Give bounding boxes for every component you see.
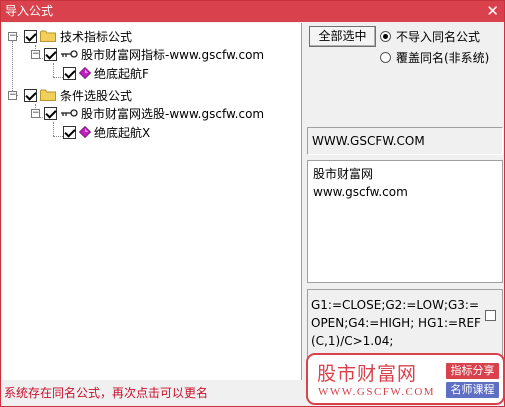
import-formula-dialog: 导入公式 ✕ − 技术指标公式 − 股市财富网指标-www.gscfw.com …	[0, 0, 505, 407]
tree-node-label: 绝底起航X	[94, 125, 151, 140]
radio-overwrite-label: 覆盖同名(非系统)	[396, 50, 490, 65]
tree-node-label: 条件选股公式	[60, 88, 133, 103]
code-checkbox[interactable]	[485, 310, 496, 321]
formula-tree[interactable]: − 技术指标公式 − 股市财富网指标-www.gscfw.com 绝底起航F −…	[2, 23, 302, 380]
window-title: 导入公式	[5, 4, 54, 18]
options-panel: 全部选中 不导入同名公式 覆盖同名(非系统) WWW.GSCFW.COM 股市财…	[304, 23, 504, 380]
radio-selected-icon[interactable]	[380, 30, 391, 42]
tree-node-formula-x[interactable]: 绝底起航X	[63, 123, 150, 141]
tree-node-tech-indicators[interactable]: 技术指标公式	[24, 27, 132, 45]
folder-icon	[40, 30, 56, 42]
tree-node-label: 股市财富网指标-www.gscfw.com	[81, 47, 265, 62]
formula-gem-icon	[79, 67, 91, 79]
formula-url-field: WWW.GSCFW.COM	[307, 127, 503, 155]
description-line: www.gscfw.com	[313, 185, 408, 199]
tree-node-indicator-group[interactable]: 股市财富网指标-www.gscfw.com	[44, 45, 264, 63]
tree-node-label: 技术指标公式	[60, 29, 133, 44]
node-checkbox[interactable]	[44, 106, 57, 120]
brand-domain: WWW.GSCFW.COM	[318, 386, 436, 398]
key-icon	[61, 109, 78, 117]
radio-skip-duplicates[interactable]: 不导入同名公式	[380, 28, 480, 44]
select-all-button[interactable]: 全部选中	[309, 26, 376, 47]
status-message: 系统存在同名公式，再次点击可以更名	[4, 386, 209, 400]
node-checkbox[interactable]	[24, 88, 37, 102]
expand-toggle-icon[interactable]: −	[31, 50, 40, 59]
radio-skip-label: 不导入同名公式	[396, 29, 481, 44]
tree-node-selection-group[interactable]: 股市财富网选股-www.gscfw.com	[44, 104, 264, 122]
brand-tag-indicators: 指标分享	[446, 363, 499, 379]
folder-icon	[40, 89, 56, 101]
radio-overwrite-duplicates[interactable]: 覆盖同名(非系统)	[380, 49, 489, 65]
expand-toggle-icon[interactable]: −	[31, 109, 40, 118]
node-checkbox[interactable]	[63, 66, 76, 80]
tree-node-formula-f[interactable]: 绝底起航F	[63, 64, 149, 82]
formula-gem-icon	[79, 126, 91, 138]
tree-node-label: 绝底起航F	[94, 66, 149, 81]
brand-name: 股市财富网	[317, 363, 418, 385]
node-checkbox[interactable]	[24, 29, 37, 43]
formula-code-text: G1:=CLOSE;G2:=LOW;G3:=OPEN;G4:=HIGH; HG1…	[311, 298, 481, 348]
radio-unselected-icon[interactable]	[380, 51, 391, 63]
expand-toggle-icon[interactable]: −	[8, 91, 17, 100]
formula-description-box[interactable]: 股市财富网 www.gscfw.com	[307, 160, 503, 283]
brand-logo: 股市财富网 WWW.GSCFW.COM 指标分享 名师课程	[306, 353, 505, 405]
expand-toggle-icon[interactable]: −	[8, 32, 17, 41]
close-icon[interactable]: ✕	[486, 2, 499, 20]
node-checkbox[interactable]	[44, 47, 57, 61]
title-bar[interactable]: 导入公式 ✕	[1, 1, 504, 22]
brand-tag-courses: 名师课程	[446, 382, 499, 398]
tree-node-label: 股市财富网选股-www.gscfw.com	[81, 106, 265, 121]
tree-node-stock-selection[interactable]: 条件选股公式	[24, 86, 132, 104]
key-icon	[61, 50, 78, 58]
node-checkbox[interactable]	[63, 125, 76, 139]
description-line: 股市财富网	[313, 167, 374, 181]
